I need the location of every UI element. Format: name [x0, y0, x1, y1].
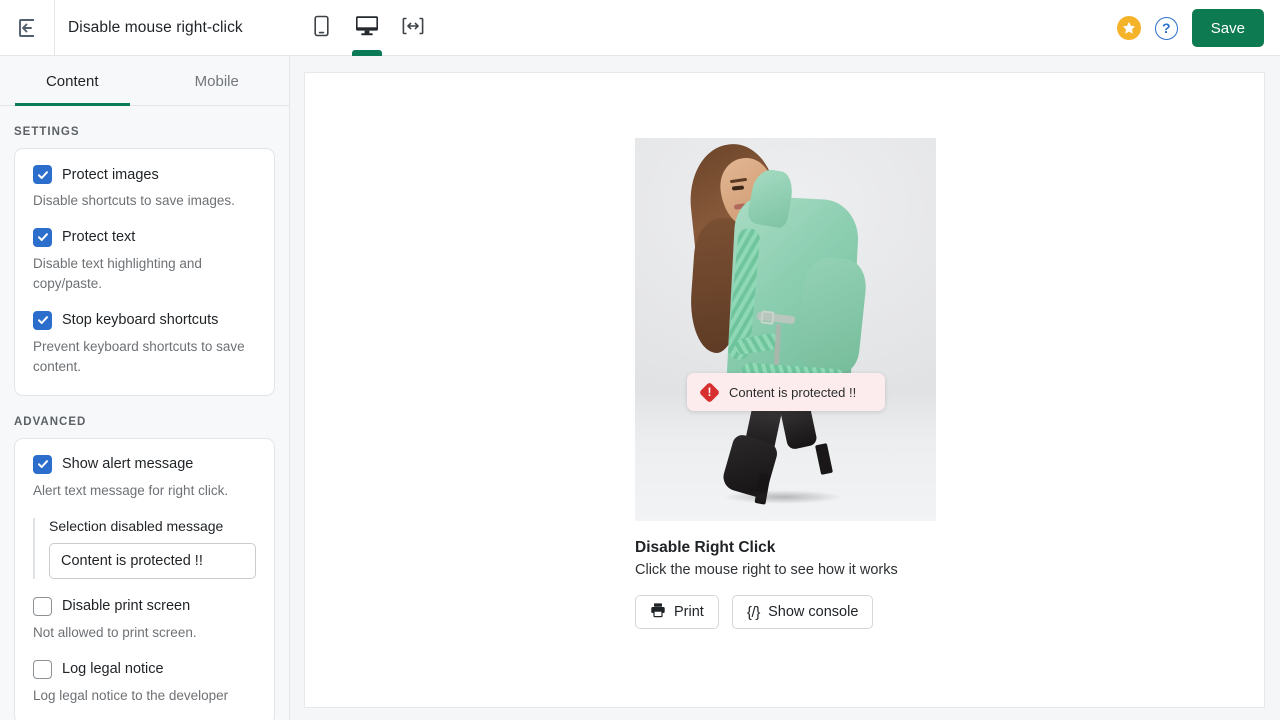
print-button[interactable]: Print: [635, 595, 719, 629]
back-arrow-icon: [15, 16, 39, 40]
preview-block: ! Content is protected !! Disable Right …: [635, 138, 936, 629]
preview-title: Disable Right Click: [635, 539, 776, 556]
settings-sidebar: Content Mobile SETTINGS Protect images D…: [0, 56, 290, 720]
disable-print-screen-checkbox[interactable]: [33, 596, 52, 616]
protected-content-toast: ! Content is protected !!: [687, 373, 885, 411]
option-show-alert-message[interactable]: Show alert message: [33, 454, 256, 474]
selection-disabled-message-input[interactable]: [49, 542, 256, 579]
product-photo: ! Content is protected !!: [635, 138, 936, 521]
show-console-button-label: Show console: [768, 604, 859, 620]
sidebar-tabs: Content Mobile: [0, 56, 289, 106]
settings-card: Protect images Disable shortcuts to save…: [14, 148, 275, 396]
advanced-section-label: ADVANCED: [14, 415, 87, 428]
model-jacket-buckle: [760, 310, 775, 325]
stop-keyboard-shortcuts-checkbox[interactable]: [33, 310, 52, 330]
log-legal-notice-label: Log legal notice: [62, 661, 164, 678]
device-responsive-button[interactable]: [397, 0, 429, 56]
document-title: Disable mouse right-click: [68, 18, 243, 36]
alert-message-group: Selection disabled message: [33, 517, 256, 579]
settings-section-label: SETTINGS: [14, 126, 80, 138]
desktop-icon: [355, 15, 379, 41]
top-bar-actions: ? Save: [1116, 0, 1264, 56]
printer-icon: [650, 602, 666, 622]
disable-print-screen-help: Not allowed to print screen.: [33, 624, 197, 640]
print-button-label: Print: [674, 604, 704, 620]
option-stop-keyboard-shortcuts[interactable]: Stop keyboard shortcuts: [33, 310, 256, 330]
disable-print-screen-label: Disable print screen: [62, 598, 191, 615]
active-device-indicator: [352, 50, 382, 56]
top-bar: Disable mouse right-click ? Save: [0, 0, 1280, 56]
protect-images-label: Protect images: [62, 166, 159, 183]
protect-text-label: Protect text: [62, 229, 136, 246]
preview-subtitle: Click the mouse right to see how it work…: [635, 562, 898, 578]
model-floor-shadow: [723, 490, 843, 504]
advanced-card: Show alert message Alert text message fo…: [14, 437, 275, 720]
back-button[interactable]: [0, 0, 55, 56]
star-icon[interactable]: [1116, 16, 1141, 40]
model-jacket-sleeve: [795, 255, 869, 373]
preview-actions: Print {/} Show console: [635, 595, 936, 629]
code-braces-icon: {/}: [746, 603, 761, 621]
option-disable-print-screen[interactable]: Disable print screen: [33, 596, 256, 616]
tab-content[interactable]: Content: [0, 56, 145, 106]
stop-keyboard-shortcuts-help: Prevent keyboard shortcuts to save conte…: [33, 338, 245, 374]
warning-diamond-icon: !: [698, 381, 721, 403]
show-alert-message-label: Show alert message: [62, 456, 194, 473]
device-desktop-button[interactable]: [351, 0, 383, 56]
toast-message: Content is protected !!: [729, 384, 857, 400]
mobile-icon: [313, 15, 330, 42]
protect-text-checkbox[interactable]: [33, 227, 52, 247]
device-switcher: [305, 0, 429, 56]
stop-keyboard-shortcuts-label: Stop keyboard shortcuts: [62, 312, 219, 329]
selection-disabled-message-label: Selection disabled message: [49, 517, 224, 534]
show-alert-message-help: Alert text message for right click.: [33, 482, 229, 498]
show-console-button[interactable]: {/} Show console: [731, 595, 874, 629]
tab-mobile[interactable]: Mobile: [145, 56, 290, 106]
responsive-width-icon: [402, 17, 424, 40]
show-alert-message-checkbox[interactable]: [33, 454, 52, 474]
device-mobile-button[interactable]: [305, 0, 337, 56]
option-protect-text[interactable]: Protect text: [33, 227, 256, 247]
save-button[interactable]: Save: [1191, 9, 1264, 47]
protect-images-help: Disable shortcuts to save images.: [33, 193, 235, 208]
option-protect-images[interactable]: Protect images: [33, 165, 256, 184]
log-legal-notice-help: Log legal notice to the developer: [33, 687, 229, 703]
option-log-legal-notice[interactable]: Log legal notice: [33, 659, 256, 679]
protect-text-help: Disable text highlighting and copy/paste…: [33, 255, 202, 291]
preview-canvas: ! Content is protected !! Disable Right …: [304, 72, 1265, 708]
help-icon[interactable]: ?: [1154, 16, 1178, 40]
log-legal-notice-checkbox[interactable]: [33, 659, 52, 679]
protect-images-checkbox[interactable]: [33, 165, 52, 184]
